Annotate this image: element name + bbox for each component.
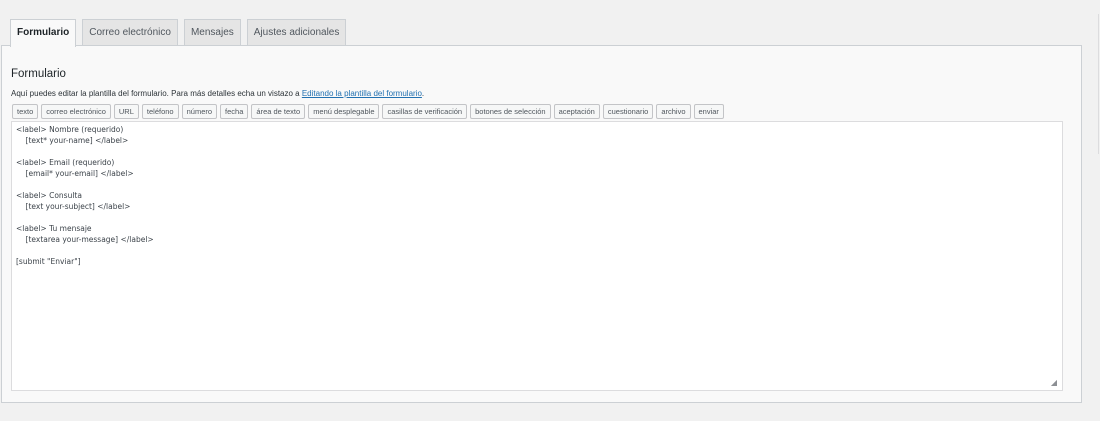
form-template-editor[interactable]: <label> Nombre (requerido) [text* your-n… — [11, 121, 1063, 391]
tab-correo-electronico[interactable]: Correo electrónico — [82, 19, 178, 46]
tag-button-area-de-texto[interactable]: área de texto — [251, 104, 306, 119]
form-panel: Formulario Aquí puedes editar la plantil… — [1, 45, 1082, 403]
tag-button-cuestionario[interactable]: cuestionario — [602, 104, 654, 119]
panel-title: Formulario — [11, 68, 66, 80]
right-sidebar-edge — [1084, 0, 1100, 421]
tag-button-texto[interactable]: texto — [12, 104, 39, 119]
tag-generator-buttons: texto correo electrónico URL teléfono nú… — [12, 104, 724, 119]
tag-button-aceptacion[interactable]: aceptación — [553, 104, 600, 119]
tag-button-url[interactable]: URL — [113, 104, 139, 119]
help-text-suffix: . — [421, 89, 425, 98]
tag-button-botones-de-seleccion[interactable]: botones de selección — [470, 104, 551, 119]
tag-button-menu-desplegable[interactable]: menú desplegable — [308, 104, 380, 119]
sidebar-divider — [1098, 14, 1099, 154]
resize-handle-icon[interactable]: ◢ — [1049, 378, 1059, 388]
help-text: Aquí puedes editar la plantilla del form… — [11, 89, 424, 98]
tag-button-numero[interactable]: número — [181, 104, 218, 119]
tag-button-correo-electronico[interactable]: correo electrónico — [41, 104, 111, 119]
tab-mensajes[interactable]: Mensajes — [183, 19, 241, 46]
tag-button-telefono[interactable]: teléfono — [141, 104, 179, 119]
tag-button-fecha[interactable]: fecha — [220, 104, 249, 119]
help-link[interactable]: Editando la plantilla del formulario — [302, 89, 422, 98]
tag-button-enviar[interactable]: enviar — [693, 104, 724, 119]
help-text-prefix: Aquí puedes editar la plantilla del form… — [11, 89, 302, 98]
tab-formulario[interactable]: Formulario — [10, 19, 77, 47]
tag-button-casillas-de-verificacion[interactable]: casillas de verificación — [382, 104, 468, 119]
form-tabs: Formulario Correo electrónico Mensajes A… — [10, 19, 347, 47]
tag-button-archivo[interactable]: archivo — [656, 104, 691, 119]
tab-ajustes-adicionales[interactable]: Ajustes adicionales — [246, 19, 347, 46]
